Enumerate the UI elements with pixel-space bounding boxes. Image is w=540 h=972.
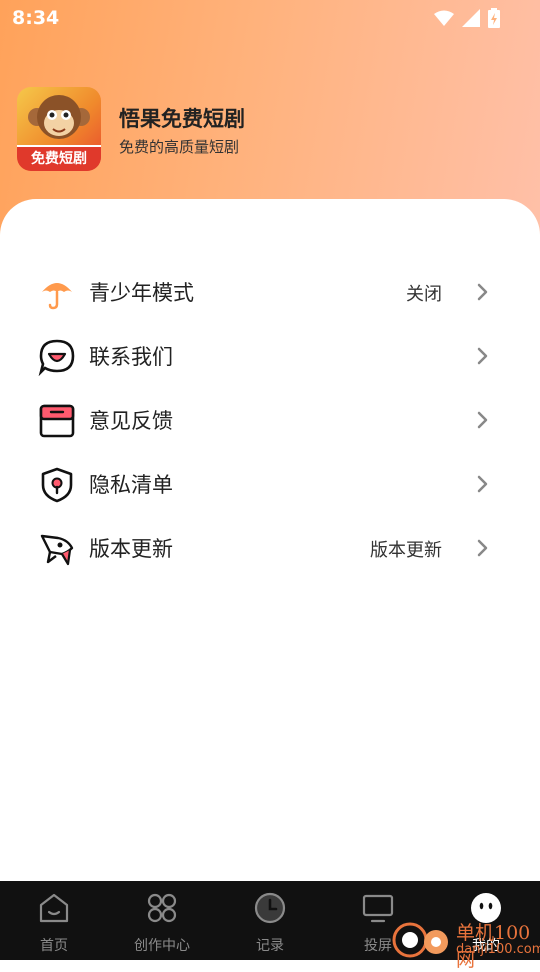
shield-icon bbox=[41, 467, 73, 503]
menu-label: 青少年模式 bbox=[89, 281, 194, 305]
watermark: 单机100网 danji100.com bbox=[390, 912, 540, 971]
menu-value: 关闭 bbox=[406, 284, 442, 305]
clock-icon bbox=[254, 892, 286, 924]
app-logo: 免费短剧 bbox=[17, 87, 101, 171]
status-icons bbox=[434, 8, 500, 28]
menu-label: 隐私清单 bbox=[89, 473, 173, 497]
menu-item-version-update[interactable]: 版本更新 版本更新 bbox=[0, 516, 540, 580]
home-icon bbox=[39, 893, 69, 923]
menu-item-privacy-list[interactable]: 隐私清单 bbox=[0, 452, 540, 516]
chevron-right-icon bbox=[477, 475, 488, 493]
tab-home[interactable]: 首页 bbox=[0, 881, 108, 960]
status-time: 8:34 bbox=[12, 7, 60, 29]
grid-icon bbox=[147, 893, 177, 923]
umbrella-icon bbox=[42, 283, 72, 310]
monkey-logo-icon bbox=[28, 95, 90, 139]
menu-item-teen-mode[interactable]: 青少年模式 关闭 bbox=[0, 260, 540, 324]
tab-records[interactable]: 记录 bbox=[216, 881, 324, 960]
tab-label: 首页 bbox=[40, 938, 68, 954]
watermark-url: danji100.com bbox=[456, 942, 540, 957]
battery-icon bbox=[488, 8, 500, 28]
menu-item-feedback[interactable]: 意见反馈 bbox=[0, 388, 540, 452]
chevron-right-icon bbox=[477, 539, 488, 557]
mailbox-icon bbox=[39, 404, 75, 438]
app-info: 免费短剧 悟果免费短剧 免费的高质量短剧 bbox=[17, 87, 517, 173]
logo-banner: 免费短剧 bbox=[17, 145, 101, 171]
chat-bubble-icon bbox=[38, 339, 75, 376]
settings-menu: 青少年模式 关闭 联系我们 意见反馈 隐私清单 版本更新 版本更新 bbox=[0, 260, 540, 580]
tab-creation-center[interactable]: 创作中心 bbox=[108, 881, 216, 960]
wifi-icon bbox=[434, 10, 454, 26]
tab-label: 创作中心 bbox=[134, 938, 190, 954]
chevron-right-icon bbox=[477, 347, 488, 365]
menu-label: 版本更新 bbox=[89, 537, 173, 561]
rocket-icon bbox=[40, 534, 74, 566]
status-bar: 8:34 bbox=[0, 0, 540, 36]
watermark-logo-icon bbox=[392, 922, 448, 958]
menu-item-contact-us[interactable]: 联系我们 bbox=[0, 324, 540, 388]
chevron-right-icon bbox=[477, 283, 488, 301]
menu-label: 意见反馈 bbox=[89, 409, 173, 433]
app-name: 悟果免费短剧 bbox=[119, 107, 245, 131]
tab-label: 记录 bbox=[256, 938, 284, 954]
menu-value: 版本更新 bbox=[370, 540, 442, 561]
chevron-right-icon bbox=[477, 411, 488, 429]
menu-label: 联系我们 bbox=[89, 345, 173, 369]
signal-icon bbox=[462, 9, 480, 27]
app-subtitle: 免费的高质量短剧 bbox=[119, 138, 240, 156]
